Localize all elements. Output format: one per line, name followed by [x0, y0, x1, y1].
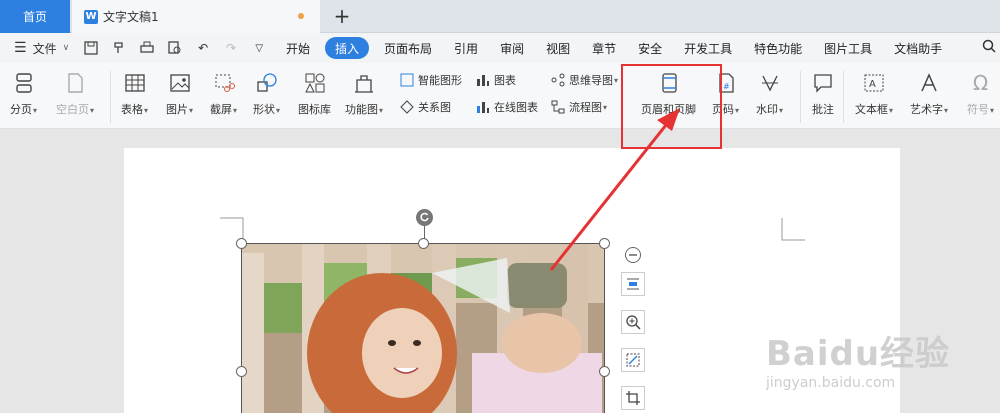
baidu-watermark-url: jingyan.baidu.com	[766, 375, 896, 391]
baidu-watermark: Baidu经验	[766, 334, 951, 374]
highlight-box	[621, 64, 722, 149]
